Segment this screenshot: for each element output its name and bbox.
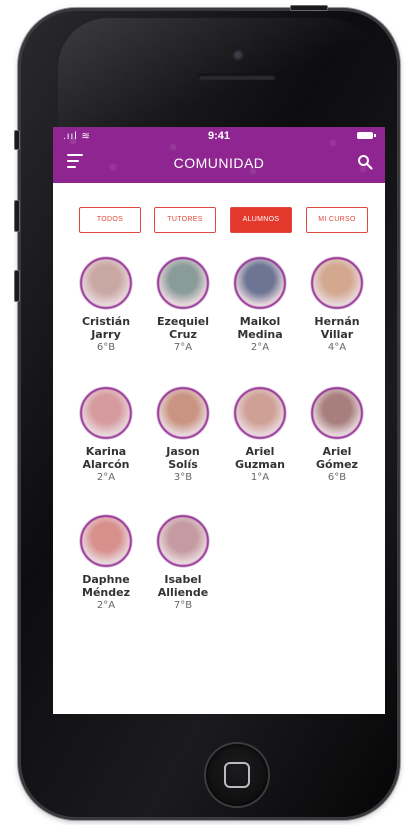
status-bar: .ııl ≋ 9:41 <box>53 127 385 145</box>
tab-tutores[interactable]: TUTORES <box>154 207 216 233</box>
member-last-name: Cruz <box>169 328 197 341</box>
avatar <box>80 257 132 309</box>
avatar <box>157 515 209 567</box>
member-first-name: Ariel <box>322 445 352 458</box>
member-last-name: Gómez <box>316 458 358 471</box>
member-card[interactable]: Ariel Guzman 1°A <box>221 387 299 484</box>
front-camera-icon <box>233 50 243 60</box>
member-grade: 2°A <box>96 472 116 483</box>
member-grade: 2°A <box>96 600 116 611</box>
member-card[interactable]: Ariel Gómez 6°B <box>298 387 376 484</box>
avatar <box>311 387 363 439</box>
member-first-name: Karina <box>85 445 127 458</box>
member-first-name: Daphne <box>82 573 130 586</box>
member-card[interactable]: Jason Solís 3°B <box>144 387 222 484</box>
member-card[interactable]: Isabel Alliende 7°B <box>144 515 222 612</box>
member-grade: 6°B <box>327 472 347 483</box>
volume-up-button <box>14 200 20 232</box>
member-first-name: Jason <box>166 445 200 458</box>
member-last-name: Alliende <box>157 586 209 599</box>
member-last-name: Solís <box>168 458 198 471</box>
member-last-name: Jarry <box>91 328 121 341</box>
bezel-shine <box>58 18 378 128</box>
member-first-name: Cristián <box>81 315 131 328</box>
avatar <box>80 515 132 567</box>
home-square-icon <box>224 762 250 788</box>
member-grade: 4°A <box>327 342 347 353</box>
filter-tabs: TODOS TUTORES ALUMNOS MI CURSO <box>53 207 385 233</box>
battery-icon <box>357 132 376 139</box>
member-last-name: Medina <box>237 328 283 341</box>
mute-switch <box>14 130 20 150</box>
member-last-name: Méndez <box>82 586 130 599</box>
tab-todos[interactable]: TODOS <box>79 207 141 233</box>
member-card[interactable]: Daphne Méndez 2°A <box>67 515 145 612</box>
member-card[interactable]: Cristián Jarry 6°B <box>67 257 145 354</box>
earpiece-speaker <box>198 74 276 80</box>
avatar <box>80 387 132 439</box>
avatar <box>234 387 286 439</box>
status-time: 9:41 <box>207 130 231 142</box>
member-grade: 3°B <box>173 472 193 483</box>
member-grade: 2°A <box>250 342 270 353</box>
tab-mi-curso[interactable]: MI CURSO <box>306 207 368 233</box>
member-first-name: Hernán <box>314 315 360 328</box>
member-card[interactable]: Ezequiel Cruz 7°A <box>144 257 222 354</box>
member-grade: 6°B <box>96 342 116 353</box>
page-title: COMUNIDAD <box>173 155 265 171</box>
member-first-name: Maikol <box>239 315 281 328</box>
home-button[interactable] <box>206 744 268 806</box>
member-card[interactable]: Hernán Villar 4°A <box>298 257 376 354</box>
member-last-name: Alarcón <box>82 458 130 471</box>
member-grade: 7°B <box>173 600 193 611</box>
avatar <box>311 257 363 309</box>
volume-down-button <box>14 270 20 302</box>
avatar <box>157 387 209 439</box>
member-first-name: Ezequiel <box>156 315 210 328</box>
avatar <box>157 257 209 309</box>
tab-alumnos[interactable]: ALUMNOS <box>230 207 292 233</box>
member-card[interactable]: Karina Alarcón 2°A <box>67 387 145 484</box>
member-last-name: Villar <box>320 328 354 341</box>
member-grade: 1°A <box>250 472 270 483</box>
power-button <box>290 5 328 11</box>
member-card[interactable]: Maikol Medina 2°A <box>221 257 299 354</box>
app-header: .ııl ≋ 9:41 COMUNIDAD <box>53 127 385 183</box>
member-first-name: Isabel <box>164 573 202 586</box>
member-grade: 7°A <box>173 342 193 353</box>
member-last-name: Guzman <box>235 458 285 471</box>
app-screen: .ııl ≋ 9:41 COMUNIDAD TODOS TUTORES ALUM… <box>53 127 385 714</box>
avatar <box>234 257 286 309</box>
search-icon[interactable] <box>357 154 373 170</box>
member-first-name: Ariel <box>245 445 275 458</box>
